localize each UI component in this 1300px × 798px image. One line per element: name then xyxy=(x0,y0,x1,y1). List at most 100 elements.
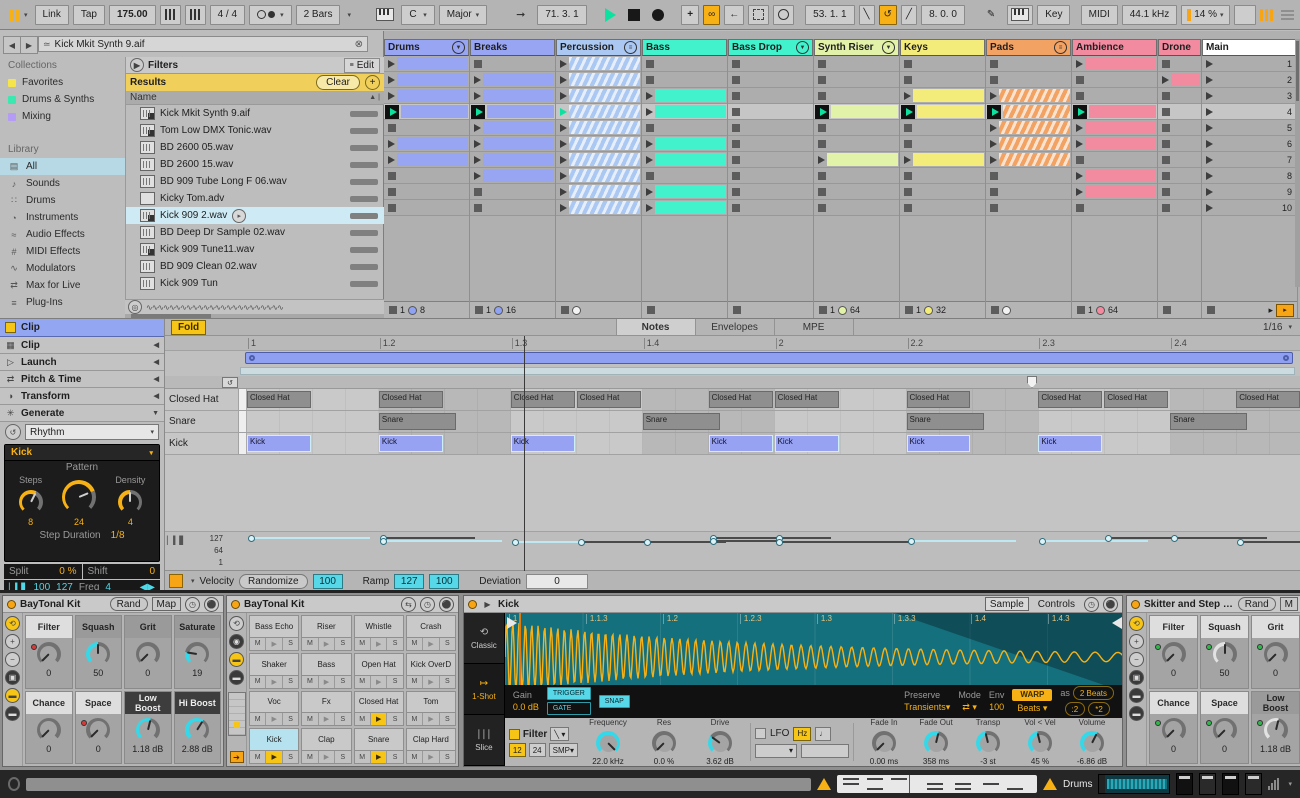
velocity-marker[interactable] xyxy=(1171,535,1179,542)
sidebar-item-all[interactable]: ▤ All xyxy=(0,158,125,175)
ramp-to-field[interactable]: 100 xyxy=(429,573,460,589)
clip-body[interactable] xyxy=(655,153,726,166)
loop-marker-icon[interactable]: ↺ xyxy=(222,377,238,388)
note-grid-empty-area[interactable] xyxy=(165,455,1300,532)
sample-waveform-display[interactable]: 1 1.1.3 1.2 1.2.3 1.3 1.3.3 1.4 1.4.3 xyxy=(504,613,1122,685)
sidebar-collection-drums-synths[interactable]: Drums & Synths xyxy=(0,91,125,108)
clip-slot[interactable] xyxy=(384,136,469,152)
file-row[interactable]: BD 909 Clean 02.wav xyxy=(126,258,384,275)
warp-length-pill[interactable]: 2 Beats xyxy=(1072,686,1114,701)
clip-slot[interactable] xyxy=(642,168,727,184)
macro-hi-boost[interactable]: Hi Boost 2.88 dB xyxy=(173,690,221,764)
clip-slot[interactable] xyxy=(728,168,813,184)
clip-launch-icon[interactable] xyxy=(1076,59,1083,68)
macro-knob-icon[interactable] xyxy=(1263,717,1288,742)
pad-solo-button[interactable]: S xyxy=(282,675,299,688)
clip-slot[interactable] xyxy=(900,72,985,88)
midi-note[interactable]: Kick xyxy=(247,435,311,452)
metronome-button[interactable]: ▾ xyxy=(249,4,292,25)
drum-pad-shaker[interactable]: Shaker M ▶ S xyxy=(249,652,300,689)
macro-knob-icon[interactable] xyxy=(185,717,210,742)
clip-launch-icon[interactable] xyxy=(1076,139,1083,148)
clip-slot[interactable] xyxy=(986,200,1071,216)
clip-launch-icon[interactable] xyxy=(388,59,395,68)
clip-launch-icon[interactable] xyxy=(560,75,567,84)
section-clip[interactable]: ▦ Clip ◀ xyxy=(0,337,164,354)
clip-body[interactable] xyxy=(569,57,640,70)
pattern-knob-pattern[interactable]: 24 xyxy=(61,476,96,527)
clip-slot[interactable] xyxy=(642,184,727,200)
velocity-marker[interactable] xyxy=(907,538,915,546)
scene-slot[interactable]: 2 xyxy=(1202,72,1297,88)
track-header[interactable]: Bass Drop ▼ xyxy=(728,39,813,56)
macro-knob-icon[interactable] xyxy=(36,717,61,742)
clip-playing-button[interactable] xyxy=(815,104,829,119)
scene-launch-icon[interactable] xyxy=(1206,107,1213,116)
filters-expand-icon[interactable]: ▶ xyxy=(130,58,144,72)
clip-body[interactable] xyxy=(999,137,1070,150)
clip-playing-button[interactable] xyxy=(1073,104,1087,119)
device-on-icon[interactable] xyxy=(1131,599,1140,609)
device-on-icon[interactable] xyxy=(7,599,16,609)
pad-name[interactable]: Clap Hard xyxy=(406,729,455,750)
track-warning-icon[interactable] xyxy=(1043,778,1058,790)
file-row[interactable]: Kick Mkit Synth 9.aif xyxy=(126,105,384,122)
gain-value[interactable]: 0.0 dB xyxy=(513,702,539,712)
mini-sample-preview[interactable] xyxy=(1098,774,1171,794)
midi-note[interactable]: Closed Hat xyxy=(247,391,311,408)
clip-body[interactable] xyxy=(827,153,898,166)
track-header[interactable]: Synth Riser ▼ xyxy=(814,39,899,56)
pad-solo-button[interactable]: S xyxy=(335,751,351,763)
macro-knob-icon[interactable] xyxy=(1161,717,1186,742)
clip-body[interactable] xyxy=(655,89,726,102)
pad-play-button[interactable]: ▶ xyxy=(423,713,440,726)
tab-notes[interactable]: Notes xyxy=(615,319,695,335)
macro-chance[interactable]: Chance 0 xyxy=(25,690,73,764)
tab-sample[interactable]: Sample xyxy=(984,597,1029,611)
clip-body[interactable] xyxy=(569,201,640,214)
macro-variations-icon[interactable]: ◷ xyxy=(1084,596,1099,612)
key-root-menu[interactable]: C ▾ xyxy=(401,4,435,25)
pad-solo-button[interactable]: S xyxy=(387,713,403,726)
clip-body[interactable] xyxy=(401,105,468,118)
velocity-marker[interactable] xyxy=(511,538,519,546)
macro-low-boost[interactable]: Low Boost 1.18 dB xyxy=(124,690,172,764)
clip-launch-icon[interactable] xyxy=(990,91,997,100)
fold-button[interactable]: Fold xyxy=(171,319,207,335)
back-arrange-play-icon[interactable]: ▸ xyxy=(1268,305,1273,316)
scale-menu[interactable]: Major ▾ xyxy=(438,4,488,25)
pad-name[interactable]: Tom xyxy=(406,691,455,713)
macro-space[interactable]: Space 0 xyxy=(74,690,122,764)
macro-squash[interactable]: Squash 50 xyxy=(1200,615,1249,689)
track-stop-icon[interactable] xyxy=(1163,306,1171,314)
velocity-marker[interactable] xyxy=(709,538,717,546)
computer-midi-keyboard-button[interactable] xyxy=(1007,4,1034,25)
clip-launch-icon[interactable] xyxy=(388,75,395,84)
clip-slot[interactable] xyxy=(384,200,469,216)
preview-bar[interactable]: ◎ ∿∿∿∿∿∿∿∿∿∿∿∿∿∿∿∿∿∿∿∿∿∿∿∿ xyxy=(125,299,384,314)
preview-speaker-icon[interactable]: ▸ xyxy=(232,208,247,223)
track-status-row[interactable] xyxy=(642,301,727,318)
velocity-marker[interactable] xyxy=(577,538,585,546)
pad-solo-button[interactable]: S xyxy=(439,751,455,763)
show-chains-button[interactable]: ▬ xyxy=(1129,706,1144,721)
clip-slot[interactable] xyxy=(1158,88,1201,104)
pad-name[interactable]: Clap xyxy=(302,729,351,750)
scene-launch-icon[interactable] xyxy=(1206,171,1213,180)
pad-mute-button[interactable]: M xyxy=(250,751,267,763)
clip-slot[interactable] xyxy=(900,104,985,120)
pad-name[interactable]: Kick OverD xyxy=(406,653,455,675)
track-status-row[interactable]: ▸ ▸ xyxy=(1202,301,1297,318)
time-signature-field[interactable]: 4 / 4 xyxy=(209,4,246,25)
track-stop-icon[interactable] xyxy=(647,306,655,314)
clip-launch-icon[interactable] xyxy=(474,155,481,164)
clip-slot[interactable] xyxy=(384,168,469,184)
param-res[interactable]: Res 0.0 % xyxy=(638,718,690,766)
scene-launch-icon[interactable] xyxy=(1206,59,1213,68)
clip-body[interactable] xyxy=(999,89,1070,102)
clip-launch-icon[interactable] xyxy=(474,75,481,84)
midi-arrangement-overdub-button[interactable]: ∞ xyxy=(703,4,721,25)
clip-body[interactable] xyxy=(397,73,468,86)
clip-slot[interactable] xyxy=(814,200,899,216)
clip-body[interactable] xyxy=(1089,105,1156,118)
